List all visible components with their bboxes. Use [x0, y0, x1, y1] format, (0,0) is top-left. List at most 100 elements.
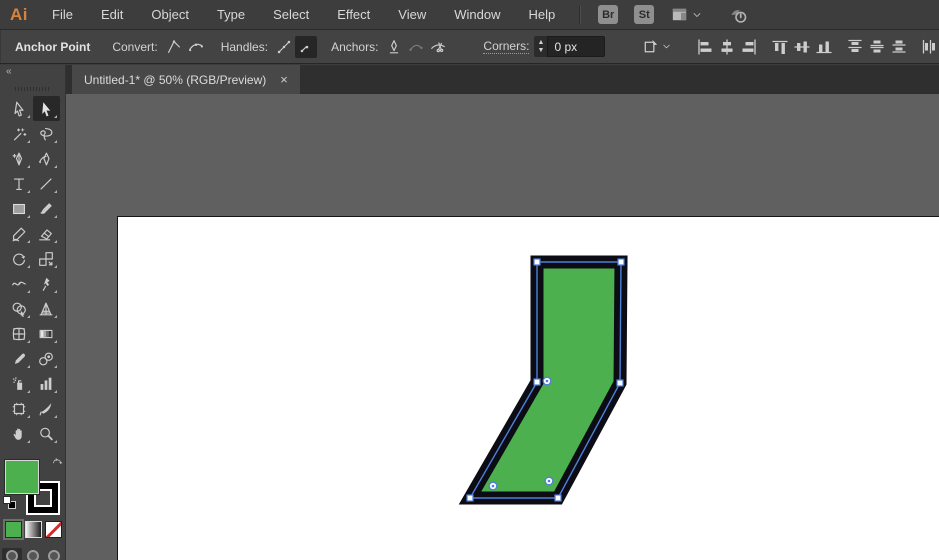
tool-type[interactable]	[6, 171, 33, 196]
dist-top-button[interactable]	[844, 36, 866, 58]
menu-type[interactable]: Type	[203, 7, 259, 22]
tool-curvature[interactable]	[33, 146, 60, 171]
anchor-point[interactable]	[533, 258, 541, 266]
panel-grip[interactable]	[0, 30, 1, 63]
tool-scale[interactable]	[33, 246, 60, 271]
rotate-icon	[10, 250, 28, 268]
tool-magic-wand[interactable]	[6, 121, 33, 146]
tool-puppet-warp[interactable]	[33, 271, 60, 296]
swap-fill-stroke-icon[interactable]	[51, 457, 64, 470]
gradient-icon	[37, 325, 55, 343]
tool-shaper[interactable]	[6, 221, 33, 246]
align-top-button[interactable]	[769, 36, 791, 58]
align-right-button[interactable]	[738, 36, 760, 58]
anchors-label: Anchors:	[331, 39, 379, 54]
document-tab[interactable]: Untitled-1* @ 50% (RGB/Preview) ×	[72, 65, 300, 94]
isolate-selected-object-button[interactable]	[641, 37, 672, 56]
paint-style-row	[2, 519, 63, 540]
connect-anchors-icon	[407, 38, 425, 56]
handles-group: Handles:	[221, 35, 318, 58]
hide-handles-button[interactable]	[295, 35, 318, 58]
tool-slice[interactable]	[33, 396, 60, 421]
corners-label[interactable]: Corners:	[483, 39, 530, 54]
corners-stepper[interactable]: ▲ ▼	[534, 36, 548, 57]
tool-paintbrush[interactable]	[33, 196, 60, 221]
corners-input[interactable]	[547, 36, 606, 57]
connect-anchors-button[interactable]	[405, 36, 427, 58]
menu-object[interactable]: Object	[137, 7, 203, 22]
menu-help[interactable]: Help	[514, 7, 569, 22]
align-bottom-button[interactable]	[813, 36, 835, 58]
dist-bottom-button[interactable]	[888, 36, 910, 58]
tool-rotate[interactable]	[6, 246, 33, 271]
menu-select[interactable]: Select	[259, 7, 323, 22]
anchor-point[interactable]	[466, 494, 474, 502]
tool-perspective-grid[interactable]	[33, 296, 60, 321]
line-segment-icon	[37, 175, 55, 193]
cut-path-button[interactable]	[427, 36, 449, 58]
menu-edit[interactable]: Edit	[87, 7, 137, 22]
tool-artboard[interactable]	[6, 396, 33, 421]
tool-selection[interactable]	[6, 96, 33, 121]
menu-file[interactable]: File	[38, 7, 87, 22]
none-button[interactable]	[44, 521, 62, 538]
tool-eraser[interactable]	[33, 221, 60, 246]
app-logo[interactable]: Ai	[6, 5, 38, 25]
stepper-up-icon[interactable]: ▲	[537, 39, 544, 47]
anchor-point[interactable]	[617, 258, 625, 266]
convert-corner-icon	[165, 38, 183, 56]
align-left-button[interactable]	[694, 36, 716, 58]
anchor-point[interactable]	[554, 494, 562, 502]
convert-to-corner-button[interactable]	[163, 36, 185, 58]
tool-lasso[interactable]	[33, 121, 60, 146]
chevron-down-icon	[691, 9, 703, 21]
stepper-down-icon[interactable]: ▼	[537, 47, 544, 55]
draw-behind-button[interactable]	[23, 548, 43, 560]
stock-button[interactable]: St	[634, 5, 655, 24]
tool-symbol-sprayer[interactable]	[6, 371, 33, 396]
shape-builder-icon	[10, 300, 28, 318]
touch-workspace-icon[interactable]	[727, 4, 749, 26]
tool-pen[interactable]	[6, 146, 33, 171]
tool-eyedropper[interactable]	[6, 346, 33, 371]
menu-effect[interactable]: Effect	[323, 7, 384, 22]
collapse-panel-icon[interactable]: «	[6, 66, 13, 77]
gradient-button[interactable]	[24, 521, 42, 538]
close-icon[interactable]: ×	[280, 73, 288, 86]
document-tab-title: Untitled-1* @ 50% (RGB/Preview)	[84, 72, 267, 87]
align-v-center-button[interactable]	[791, 36, 813, 58]
show-handles-button[interactable]	[273, 36, 295, 58]
canvas[interactable]	[66, 94, 939, 560]
perspective-grid-icon	[37, 300, 55, 318]
fill-swatch[interactable]	[4, 459, 40, 495]
anchor-point[interactable]	[616, 379, 624, 387]
anchors-group: Anchors:	[331, 36, 449, 58]
tool-direct-selection[interactable]	[32, 96, 60, 121]
tool-blend[interactable]	[33, 346, 60, 371]
convert-to-smooth-button[interactable]	[185, 36, 207, 58]
draw-inside-button[interactable]	[44, 548, 64, 560]
align-h-center-button[interactable]	[716, 36, 738, 58]
draw-normal-button[interactable]	[2, 548, 22, 560]
tool-hand[interactable]	[6, 421, 33, 446]
color-button[interactable]	[2, 519, 24, 540]
tool-shape-builder[interactable]	[6, 296, 33, 321]
bridge-button[interactable]: Br	[598, 5, 619, 24]
tool-rectangle[interactable]	[6, 196, 33, 221]
workspace-switcher-button[interactable]	[670, 5, 703, 24]
menu-view[interactable]: View	[384, 7, 440, 22]
remove-anchor-button[interactable]	[383, 36, 405, 58]
tools-grip[interactable]	[14, 87, 51, 91]
default-fill-stroke-icon[interactable]	[3, 496, 17, 510]
tool-gradient[interactable]	[33, 321, 60, 346]
tool-width[interactable]	[6, 271, 33, 296]
anchor-point[interactable]	[533, 378, 541, 386]
tool-line-segment[interactable]	[33, 171, 60, 196]
tool-column-graph[interactable]	[33, 371, 60, 396]
dist-v-center-button[interactable]	[866, 36, 888, 58]
dist-left-button[interactable]	[919, 36, 939, 58]
tool-mesh[interactable]	[6, 321, 33, 346]
menu-window[interactable]: Window	[440, 7, 514, 22]
blend-icon	[37, 350, 55, 368]
tool-zoom[interactable]	[33, 421, 60, 446]
